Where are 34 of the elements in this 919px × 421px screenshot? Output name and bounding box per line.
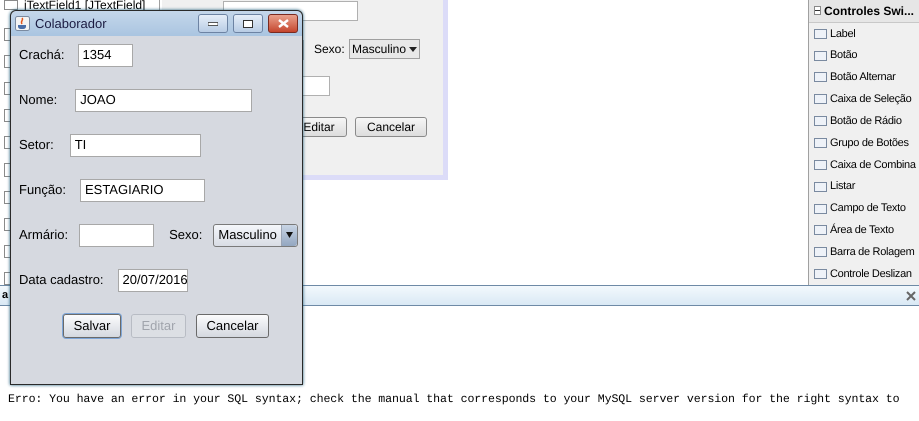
text-field[interactable]: 20/07/2016 [118, 268, 188, 292]
tree-item[interactable]: jTextField1 [JTextField] [24, 0, 146, 14]
palette-item[interactable]: Caixa de Combina [830, 156, 916, 174]
combo-box[interactable]: Masculino [213, 224, 298, 246]
field-label: Armário: [19, 226, 68, 244]
text-field[interactable]: JOAO [75, 88, 252, 112]
palette-item[interactable]: Barra de Rolagem [830, 244, 914, 260]
combo-box[interactable]: Masculino [349, 39, 420, 59]
dialog-button[interactable]: Cancelar [196, 314, 269, 338]
output-tab-label[interactable]: a [2, 287, 8, 304]
dialog-button[interactable]: Salvar [63, 314, 121, 338]
palette-item[interactable]: Botão de Rádio [830, 112, 902, 130]
palette-item[interactable]: Label [830, 26, 856, 42]
palette-item[interactable]: Controle Deslizan [830, 266, 912, 282]
field-label: Função: [19, 181, 66, 200]
field-label: Sexo: [169, 226, 202, 244]
error-message: Erro: You have an error in your SQL syntax; check the manual that corresponds to your MySQL server version for the right syntax to [8, 392, 900, 408]
palette-item[interactable]: Botão Alternar [830, 69, 896, 86]
field-label: Data cadastro: [19, 271, 104, 290]
palette-item[interactable]: Botão [830, 47, 858, 64]
text-field[interactable]: TI [70, 134, 201, 156]
field-label: Setor: [19, 136, 54, 154]
text-field[interactable]: ESTAGIARIO [80, 178, 205, 202]
field-label: Sexo: [314, 41, 345, 58]
text-field[interactable]: 1354 [78, 44, 133, 66]
palette-item[interactable]: Grupo de Botões [830, 134, 909, 152]
field-label: Nome: [19, 91, 58, 110]
window-title: Colaborador [35, 14, 107, 33]
palette-item[interactable]: Campo de Texto [830, 200, 906, 217]
palette-item[interactable]: Listar [830, 178, 856, 195]
form-button[interactable]: Cancelar [355, 117, 427, 137]
field-label: Crachá: [19, 46, 65, 64]
palette-item[interactable]: Caixa de Seleção [830, 91, 912, 108]
palette-item[interactable]: Área de Texto [830, 222, 894, 239]
